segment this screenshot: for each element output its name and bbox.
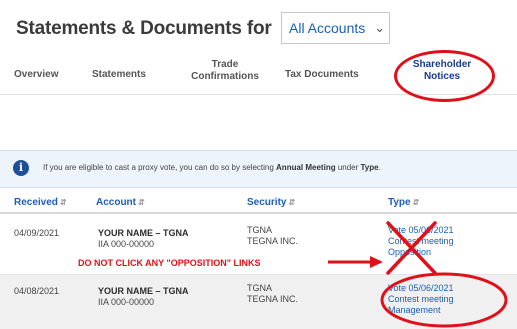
column-header-received[interactable]: Received ⇵ [14, 197, 67, 208]
account-cell: YOUR NAME – TGNA IIA 000-00000 [98, 286, 189, 308]
tab-statements[interactable]: Statements [92, 69, 146, 81]
account-select[interactable]: All Accounts ⌄ [281, 12, 390, 44]
tab-label-line1: Trade [211, 59, 239, 70]
account-name: YOUR NAME – TGNA [98, 228, 189, 238]
security-name: TEGNA INC. [247, 294, 299, 304]
security-ticker: TGNA [247, 225, 273, 235]
contest-meeting-link[interactable]: Contest meeting [388, 294, 454, 305]
contest-meeting-link[interactable]: Contest meeting [388, 236, 454, 247]
security-cell: TGNA TEGNA INC. [247, 283, 298, 305]
column-header-type[interactable]: Type ⇵ [388, 197, 419, 208]
banner-bold-type: Type [360, 163, 379, 172]
account-number: IIA 000-00000 [98, 239, 155, 249]
document-tabs: Overview Statements Trade Confirmations … [0, 50, 517, 96]
tab-label-line2: Notices [423, 71, 461, 82]
account-cell: YOUR NAME – TGNA IIA 000-00000 [98, 228, 189, 250]
banner-text: If you are eligible to cast a proxy vote… [43, 163, 381, 172]
security-cell: TGNA TEGNA INC. [247, 225, 298, 247]
account-name: YOUR NAME – TGNA [98, 286, 189, 296]
table-header-divider [0, 212, 517, 214]
management-link[interactable]: Management [388, 305, 454, 316]
tab-shareholder-notices[interactable]: Shareholder Notices [402, 59, 482, 83]
column-header-account[interactable]: Account ⇵ [96, 197, 145, 208]
chevron-down-icon: ⌄ [374, 20, 386, 35]
sort-icon: ⇵ [412, 198, 420, 207]
received-date: 04/09/2021 [14, 228, 60, 238]
account-select-value: All Accounts [289, 20, 366, 36]
tab-label-line2: Confirmations [191, 71, 259, 82]
tab-overview[interactable]: Overview [14, 69, 58, 81]
vote-date-link[interactable]: Vote 05/06/2021 [388, 225, 454, 236]
proxy-info-banner: i If you are eligible to cast a proxy vo… [0, 150, 517, 188]
tab-tax-documents[interactable]: Tax Documents [285, 69, 359, 81]
tab-trade-confirmations[interactable]: Trade Confirmations [185, 59, 265, 83]
security-name: TEGNA INC. [247, 236, 299, 246]
account-number: IIA 000-00000 [98, 297, 155, 307]
opposition-link[interactable]: Opposition [388, 247, 454, 258]
sort-icon: ⇵ [288, 198, 296, 207]
info-icon: i [13, 160, 29, 176]
type-cell: Vote 05/06/2021 Contest meeting Oppositi… [388, 225, 454, 258]
security-ticker: TGNA [247, 283, 273, 293]
received-date: 04/08/2021 [14, 286, 60, 296]
column-header-security[interactable]: Security ⇵ [247, 197, 295, 208]
tab-label-line1: Shareholder [412, 59, 472, 70]
tab-divider [0, 94, 517, 95]
table-row: 04/08/2021 YOUR NAME – TGNA IIA 000-0000… [0, 274, 517, 329]
vote-date-link[interactable]: Vote 05/06/2021 [388, 283, 454, 294]
sort-icon: ⇵ [59, 198, 67, 207]
tab-label: Statements [92, 69, 146, 80]
page-title: Statements & Documents for [16, 18, 272, 39]
tab-label: Tax Documents [285, 69, 359, 80]
banner-bold-annual-meeting: Annual Meeting [276, 163, 336, 172]
annotation-warning-text: DO NOT CLICK ANY "OPPOSITION" LINKS [78, 258, 261, 268]
tab-label: Overview [14, 69, 59, 80]
type-cell: Vote 05/06/2021 Contest meeting Manageme… [388, 283, 454, 316]
sort-icon: ⇵ [138, 198, 145, 207]
